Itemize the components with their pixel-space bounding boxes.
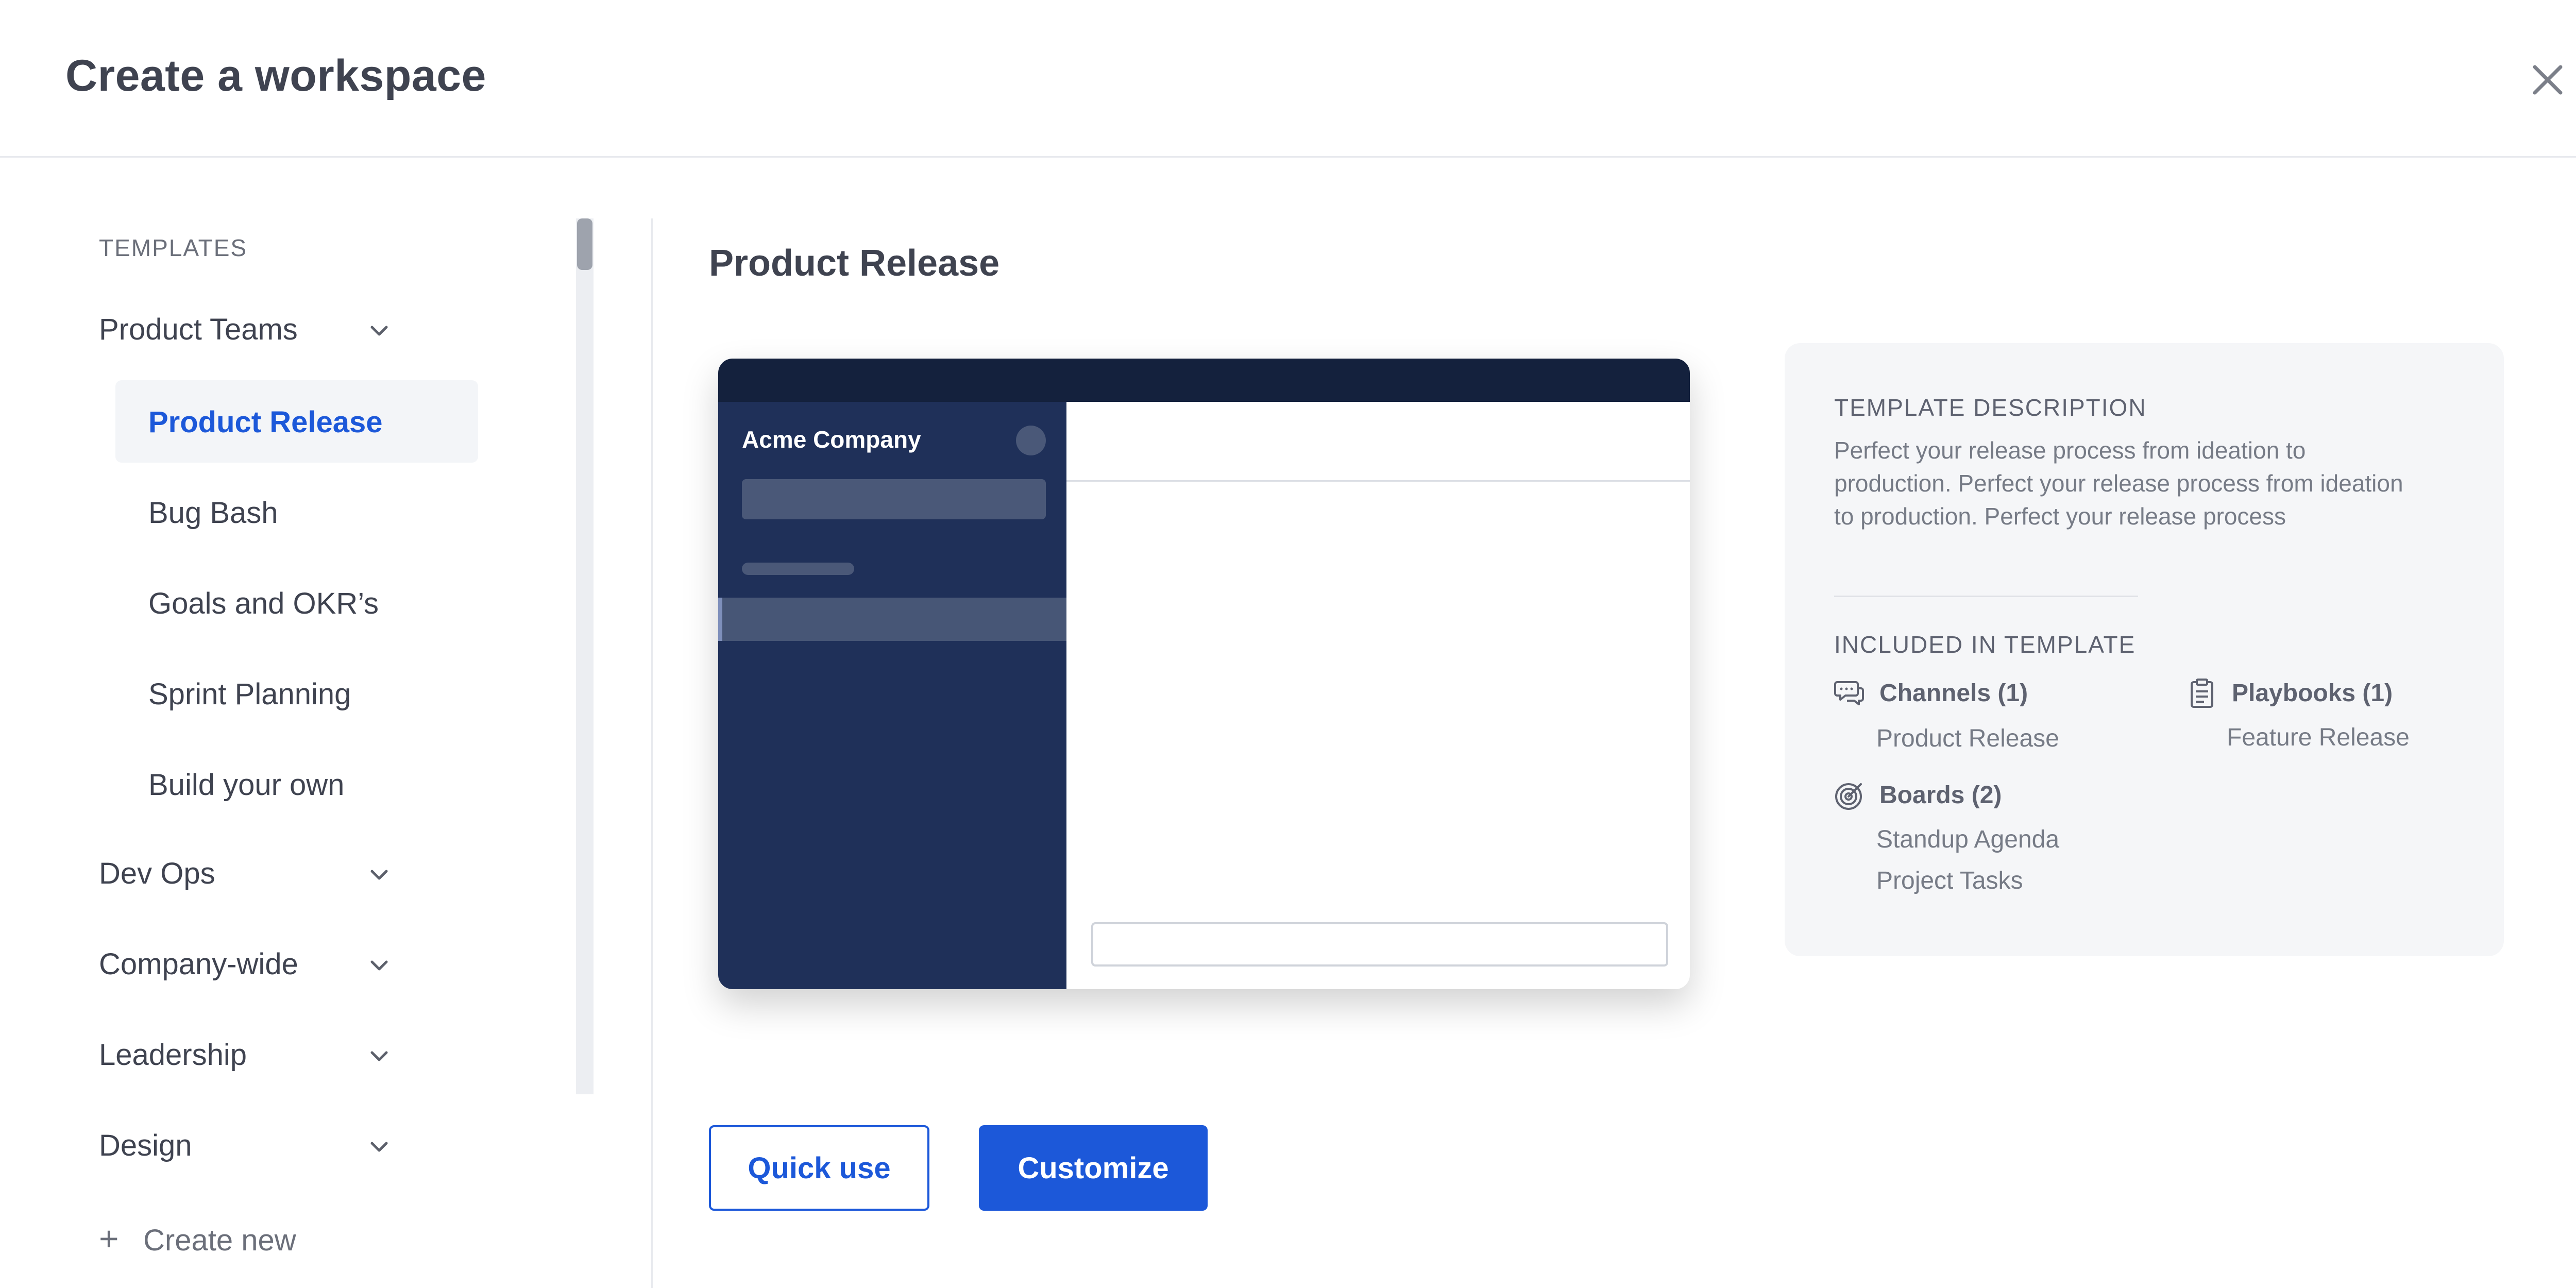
preview-company-name: Acme Company: [742, 426, 921, 453]
template-item-label: Bug Bash: [148, 496, 278, 530]
preview-message-input: [1091, 922, 1668, 967]
preview-selected-row: [718, 598, 1066, 641]
included-label: INCLUDED IN TEMPLATE: [1834, 631, 2136, 658]
customize-button[interactable]: Customize: [979, 1125, 1208, 1211]
sidebar-divider: [651, 218, 653, 1288]
template-item-label: Product Release: [148, 405, 383, 439]
description-label: TEMPLATE DESCRIPTION: [1834, 394, 2147, 421]
chat-bubbles-icon: [1834, 681, 1864, 705]
template-item-product-release[interactable]: Product Release: [115, 380, 478, 463]
sidebar-scrollbar-thumb[interactable]: [577, 218, 592, 270]
create-new-label: Create new: [143, 1224, 296, 1257]
group-design[interactable]: Design: [99, 1128, 192, 1163]
close-button[interactable]: [2524, 57, 2571, 103]
create-workspace-modal: Create a workspace TEMPLATES Product Tea…: [0, 0, 2576, 1288]
group-company-wide[interactable]: Company-wide: [99, 947, 298, 981]
clipboard-icon: [2191, 679, 2213, 708]
playbooks-title: Playbooks (1): [2232, 680, 2393, 707]
description-divider: [1834, 596, 2138, 597]
boards-title: Boards (2): [1879, 782, 2002, 809]
chevron-down-icon[interactable]: [367, 953, 392, 978]
board-entry: Standup Agenda: [1876, 826, 2060, 853]
chevron-down-icon[interactable]: [367, 1134, 392, 1159]
channels-title: Channels (1): [1879, 680, 2028, 707]
group-dev-ops[interactable]: Dev Ops: [99, 856, 215, 891]
close-icon: [2533, 65, 2563, 95]
description-text: Perfect your release process from ideati…: [1834, 437, 2403, 530]
template-preview: Acme Company: [718, 359, 1690, 989]
modal-title: Create a workspace: [65, 51, 486, 100]
template-title: Product Release: [709, 243, 1000, 284]
plus-icon: +: [99, 1219, 119, 1258]
template-item-bug-bash[interactable]: Bug Bash: [115, 471, 478, 553]
preview-topbar: [718, 359, 1690, 402]
modal-header: Create a workspace: [0, 0, 2576, 158]
preview-selected-marker: [718, 598, 722, 641]
template-description-card: TEMPLATE DESCRIPTION Perfect your releas…: [1785, 343, 2504, 956]
chevron-down-icon[interactable]: [367, 862, 392, 887]
preview-avatar: [1016, 426, 1046, 455]
template-item-goals-okrs[interactable]: Goals and OKR’s: [115, 562, 478, 644]
preview-section-line: [742, 563, 854, 575]
sidebar-scrollbar-track[interactable]: [576, 218, 594, 1094]
preview-search-bar: [742, 479, 1046, 519]
chevron-down-icon[interactable]: [367, 318, 392, 343]
channel-entry: Product Release: [1876, 725, 2059, 752]
template-item-sprint-planning[interactable]: Sprint Planning: [115, 652, 478, 735]
target-icon: [1835, 783, 1862, 810]
templates-section-label: TEMPLATES: [99, 234, 248, 261]
quick-use-button[interactable]: Quick use: [709, 1125, 929, 1211]
group-product-teams[interactable]: Product Teams: [99, 312, 298, 347]
template-item-label: Build your own: [148, 768, 345, 802]
template-item-label: Sprint Planning: [148, 677, 351, 711]
board-entry: Project Tasks: [1876, 867, 2023, 894]
group-leadership[interactable]: Leadership: [99, 1038, 247, 1072]
template-item-label: Goals and OKR’s: [148, 587, 379, 620]
template-item-build-your-own[interactable]: Build your own: [115, 743, 478, 825]
playbook-entry: Feature Release: [2227, 724, 2410, 751]
create-new-button[interactable]: + Create new: [99, 1219, 296, 1258]
preview-sidebar: Acme Company: [718, 402, 1066, 989]
chevron-down-icon[interactable]: [367, 1044, 392, 1069]
preview-header-divider: [1066, 480, 1690, 482]
